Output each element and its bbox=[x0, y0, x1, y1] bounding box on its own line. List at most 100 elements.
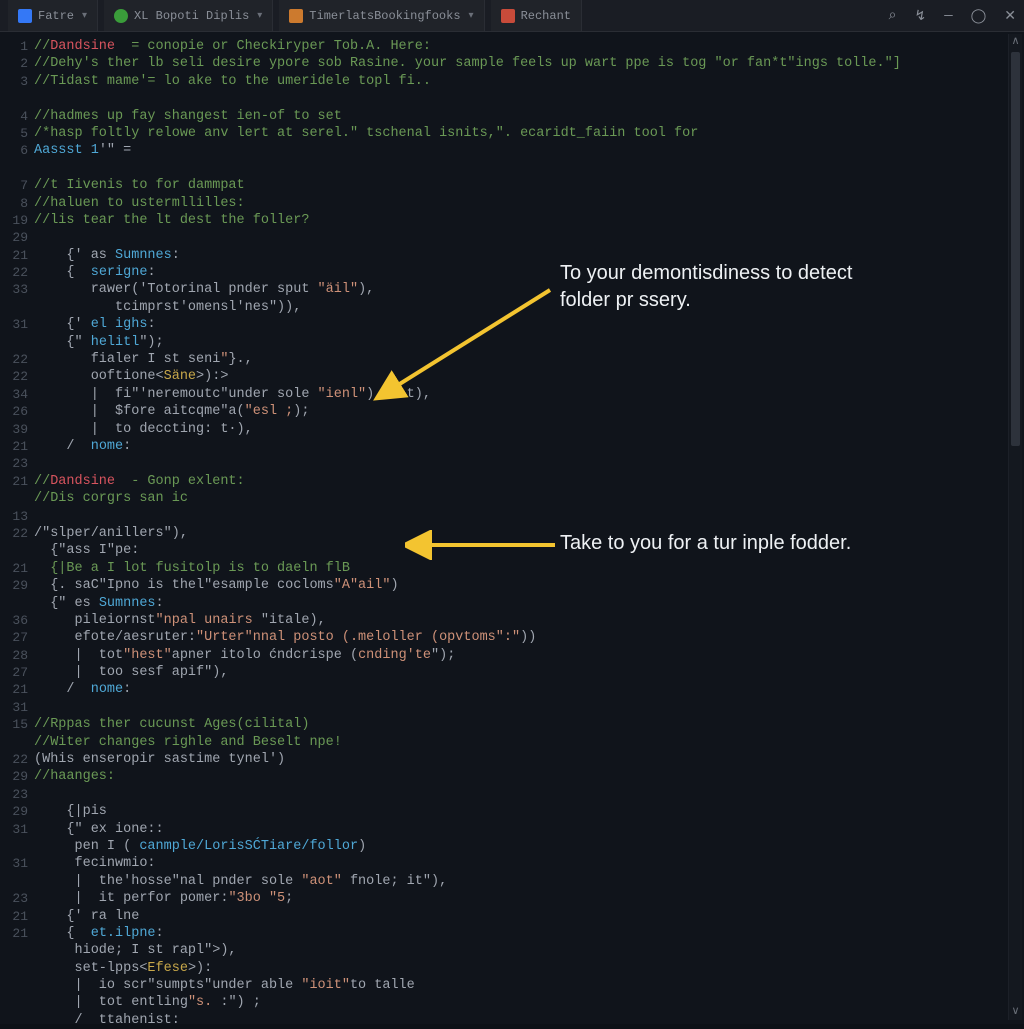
line-number: 13 bbox=[0, 508, 34, 525]
line-number: 8 bbox=[0, 195, 34, 212]
scroll-up-icon[interactable]: ∧ bbox=[1009, 34, 1022, 50]
code-line: pileiornst"npal unairs "itale), bbox=[34, 612, 1024, 629]
line-number: 21 bbox=[0, 925, 34, 942]
scroll-thumb[interactable] bbox=[1011, 52, 1020, 446]
link-icon[interactable]: ↯ bbox=[914, 8, 926, 25]
code-line: {|pis bbox=[34, 803, 1024, 820]
line-number: 21 bbox=[0, 681, 34, 698]
line-number: 22 bbox=[0, 264, 34, 281]
code-line: | too sesf apif"), bbox=[34, 664, 1024, 681]
line-number: 19 bbox=[0, 212, 34, 229]
chevron-down-icon: ▾ bbox=[257, 10, 262, 22]
line-number: 23 bbox=[0, 890, 34, 907]
code-line: //Dehy's ther lb seli desire ypore sob R… bbox=[34, 55, 1024, 72]
code-line: | $fore aitcqme"a("esl ;); bbox=[34, 403, 1024, 420]
line-number bbox=[0, 334, 34, 351]
line-number bbox=[0, 490, 34, 507]
line-number: 36 bbox=[0, 612, 34, 629]
tab-2[interactable]: XL Bopoti Diplis ▾ bbox=[104, 0, 273, 31]
code-line: | the'hosse"nal pnder sole "aot" fnole; … bbox=[34, 873, 1024, 890]
search-icon[interactable]: ⌕ bbox=[889, 8, 897, 24]
line-number: 1 bbox=[0, 38, 34, 55]
annotation-1: To your demontisdiness to detect folder … bbox=[560, 260, 890, 314]
code-line: //haanges: bbox=[34, 768, 1024, 785]
code-line: | tot entling"s. :") ; bbox=[34, 994, 1024, 1011]
code-line: {"ass I"pe: bbox=[34, 542, 1024, 559]
line-number: 21 bbox=[0, 438, 34, 455]
maximize-button[interactable]: ◯ bbox=[971, 8, 987, 25]
line-number: 23 bbox=[0, 786, 34, 803]
code-line: //haluen to ustermllilles: bbox=[34, 195, 1024, 212]
line-number: 21 bbox=[0, 908, 34, 925]
close-button[interactable]: ✕ bbox=[1004, 8, 1016, 25]
line-number bbox=[0, 595, 34, 612]
line-number: 21 bbox=[0, 560, 34, 577]
file-icon bbox=[114, 9, 128, 23]
scroll-down-icon[interactable]: ∨ bbox=[1009, 1004, 1022, 1020]
line-number: 15 bbox=[0, 716, 34, 733]
line-number: 21 bbox=[0, 473, 34, 490]
line-number bbox=[0, 160, 34, 177]
code-line: set-lpps<Efese>): bbox=[34, 960, 1024, 977]
line-number bbox=[0, 873, 34, 890]
line-number: 33 bbox=[0, 281, 34, 298]
code-line: //Dis corgrs san ic bbox=[34, 490, 1024, 507]
code-content[interactable]: //Dandsine = conopie or Checkiryper Tob.… bbox=[34, 32, 1024, 1024]
line-number bbox=[0, 299, 34, 316]
code-line: {|Be a I lot fusitolp is to daeln flB bbox=[34, 560, 1024, 577]
code-line: /*hasp foltly relowe anv lert at serel."… bbox=[34, 125, 1024, 142]
tab-label: Fatre bbox=[38, 9, 74, 23]
line-number bbox=[0, 90, 34, 107]
code-line bbox=[34, 786, 1024, 803]
chevron-down-icon: ▾ bbox=[82, 10, 87, 22]
line-number bbox=[0, 838, 34, 855]
file-icon bbox=[289, 9, 303, 23]
code-line: (Whis enseropir sastime tynel') bbox=[34, 751, 1024, 768]
code-line: //Dandsine = conopie or Checkiryper Tob.… bbox=[34, 38, 1024, 55]
line-number: 27 bbox=[0, 629, 34, 646]
code-line bbox=[34, 229, 1024, 246]
line-number: 29 bbox=[0, 768, 34, 785]
code-line: {" helitl"); bbox=[34, 334, 1024, 351]
tab-1[interactable]: Fatre ▾ bbox=[8, 0, 98, 31]
line-number: 7 bbox=[0, 177, 34, 194]
line-number bbox=[0, 734, 34, 751]
line-number: 39 bbox=[0, 421, 34, 438]
minimize-button[interactable]: — bbox=[944, 8, 952, 24]
code-line: //t Iivenis to for dammpat bbox=[34, 177, 1024, 194]
line-number: 29 bbox=[0, 229, 34, 246]
line-number: 31 bbox=[0, 316, 34, 333]
line-number: 22 bbox=[0, 751, 34, 768]
line-number: 21 bbox=[0, 247, 34, 264]
line-number: 3 bbox=[0, 73, 34, 90]
code-line: {' ra lne bbox=[34, 908, 1024, 925]
code-line: | to deccting: t·), bbox=[34, 421, 1024, 438]
code-line bbox=[34, 455, 1024, 472]
window-controls: ⌕ ↯ — ◯ ✕ bbox=[889, 0, 1016, 32]
vertical-scrollbar[interactable]: ∧ ∨ bbox=[1008, 34, 1022, 1020]
code-line: {. saC"Ipno is thel"esample cocloms"A"ai… bbox=[34, 577, 1024, 594]
code-line: //Rppas ther cucunst Ages(cilital) bbox=[34, 716, 1024, 733]
code-line: //Witer changes righle and Beselt npe! bbox=[34, 734, 1024, 751]
code-line: / nome: bbox=[34, 438, 1024, 455]
code-line: | tot"hest"apner itolo ćndcrispe (cnding… bbox=[34, 647, 1024, 664]
tab-label: TimerlatsBookingfooks bbox=[309, 9, 460, 23]
line-number bbox=[0, 542, 34, 559]
line-number: 31 bbox=[0, 699, 34, 716]
code-line: / nome: bbox=[34, 681, 1024, 698]
code-line: | io scr"sumpts"under able "ioit"to tall… bbox=[34, 977, 1024, 994]
tab-group: Fatre ▾ XL Bopoti Diplis ▾ TimerlatsBook… bbox=[0, 0, 582, 31]
editor-area: 1234567819292122333122223426392123211322… bbox=[0, 32, 1024, 1024]
line-number: 4 bbox=[0, 108, 34, 125]
line-number: 23 bbox=[0, 455, 34, 472]
code-line: {' el ighs: bbox=[34, 316, 1024, 333]
tab-3[interactable]: TimerlatsBookingfooks ▾ bbox=[279, 0, 484, 31]
line-number: 31 bbox=[0, 821, 34, 838]
code-line: pen I ( canmple/LorisSĆTiare/follor) bbox=[34, 838, 1024, 855]
code-line: //Tidast mame'= lo ake to the umeridele … bbox=[34, 73, 1024, 90]
tab-4[interactable]: Rechant bbox=[491, 0, 582, 31]
code-line: //Dandsine - Gonp exlent: bbox=[34, 473, 1024, 490]
code-line: | fi"'neremoutc"under sole "ienl") :t), bbox=[34, 386, 1024, 403]
code-line: //lis tear the lt dest the foller? bbox=[34, 212, 1024, 229]
code-line: /"slper/anillers"), bbox=[34, 525, 1024, 542]
